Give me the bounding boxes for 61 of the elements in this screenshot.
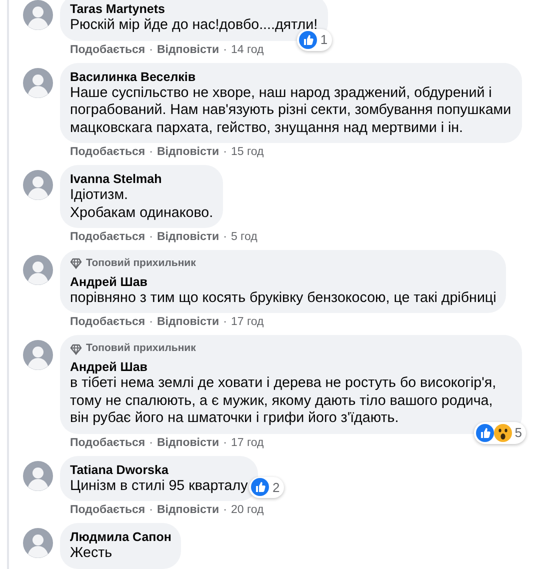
timestamp[interactable]: 14 год	[230, 42, 264, 58]
fan-label: Топовий прихильник	[86, 341, 196, 356]
action-link[interactable]: Відповісти	[156, 315, 220, 330]
avatar-icon	[23, 460, 53, 490]
separator-dot: ·	[223, 42, 227, 58]
action-link[interactable]: Подобається	[70, 436, 146, 450]
comment-text: Наше суспільство не хворе, наш народ зраджений, обдурений і пограбований. Нам нав'язують різні секти, зомбування попушками мацковскага пархата, гейство, знущання над мертвими і ін.	[70, 84, 512, 137]
separator-dot: ·	[149, 315, 153, 330]
diamond-icon	[70, 258, 82, 270]
action-link[interactable]: Подобається	[70, 503, 146, 518]
avatar-icon	[23, 68, 53, 98]
action-link[interactable]: Відповісти	[156, 42, 220, 58]
reaction-badge[interactable]: 2	[249, 476, 284, 498]
comment-text: Цинізм в стилі 95 кварталу	[70, 478, 248, 495]
fan-label: Топовий прихильник	[86, 256, 196, 271]
author-name[interactable]: Андрей Шав	[70, 274, 496, 290]
author-name[interactable]: Василинка Веселків	[70, 68, 512, 84]
comment-text: Жесть	[70, 545, 114, 562]
action-link[interactable]: Подобається	[70, 145, 146, 160]
wow-icon	[494, 424, 512, 442]
separator-dot: ·	[149, 42, 153, 58]
comment-text: Ідіотизм.	[70, 187, 130, 204]
avatar-icon	[23, 528, 53, 558]
author-name[interactable]: Андрей Шав	[70, 359, 512, 375]
timestamp[interactable]: 17 год	[230, 315, 264, 330]
timestamp[interactable]: 17 год	[230, 436, 264, 450]
action-link[interactable]: Подобається	[70, 315, 146, 330]
avatar-icon	[23, 0, 53, 30]
separator-dot: ·	[223, 145, 227, 160]
separator-dot: ·	[149, 145, 153, 160]
timestamp[interactable]: 20 год	[230, 503, 264, 518]
author-name[interactable]: Taras Martynets	[70, 1, 318, 17]
comment-text: порівняно з тим що косять бруківку бензокосою, це такі дрібниці	[70, 290, 496, 308]
reaction-badge[interactable]: 1	[297, 29, 332, 50]
separator-dot: ·	[223, 503, 227, 518]
action-link[interactable]: Подобається	[70, 42, 146, 58]
like-icon	[251, 478, 270, 496]
timestamp[interactable]: 5 год	[230, 230, 258, 245]
separator-dot: ·	[223, 436, 227, 450]
action-link[interactable]: Відповісти	[156, 436, 220, 450]
author-name[interactable]: Людмила Сапон	[70, 529, 172, 545]
separator-dot: ·	[223, 315, 227, 330]
separator-dot: ·	[149, 503, 153, 518]
like-icon	[299, 30, 318, 49]
avatar-icon	[23, 255, 53, 285]
author-name[interactable]: Tatiana Dworska	[70, 462, 248, 478]
avatar-icon	[23, 170, 53, 200]
action-link[interactable]: Відповісти	[156, 503, 220, 518]
like-icon	[476, 424, 494, 442]
reaction-badge[interactable]: 5	[474, 422, 526, 444]
action-link[interactable]: Відповісти	[156, 230, 220, 245]
action-link[interactable]: Відповісти	[156, 145, 220, 160]
timestamp[interactable]: 15 год	[230, 145, 264, 160]
action-link[interactable]: Подобається	[70, 230, 146, 245]
diamond-icon	[70, 344, 82, 355]
separator-dot: ·	[149, 230, 153, 245]
separator-dot: ·	[149, 436, 153, 450]
avatar-icon	[23, 340, 53, 370]
author-name[interactable]: Ivanna Stelmah	[70, 171, 214, 187]
separator-dot: ·	[223, 230, 227, 245]
comment-text: Хробакам одинаково.	[70, 204, 214, 222]
